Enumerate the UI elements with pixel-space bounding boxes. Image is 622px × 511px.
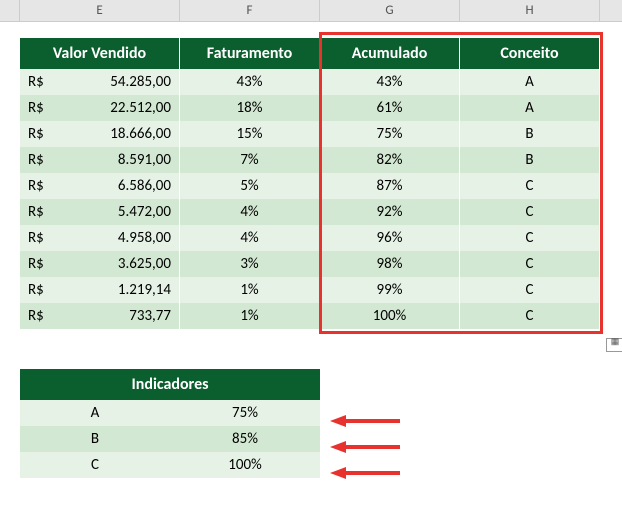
cell-faturamento[interactable]: 1% xyxy=(180,277,320,303)
indicador-value: 75% xyxy=(170,400,320,426)
cell-conceito[interactable]: C xyxy=(460,303,600,329)
table-row[interactable]: R$4.958,004%96%C xyxy=(0,225,622,251)
cell-valor-vendido[interactable]: R$6.586,00 xyxy=(20,173,180,199)
cell-faturamento[interactable]: 18% xyxy=(180,95,320,121)
table-row[interactable]: R$3.625,003%98%C xyxy=(0,251,622,277)
arrow-icon xyxy=(330,414,400,428)
valor-amount: 1.219,14 xyxy=(60,281,171,299)
cell-acumulado[interactable]: 87% xyxy=(320,173,460,199)
table-row[interactable]: R$22.512,0018%61%A xyxy=(0,95,622,121)
arrow-icon xyxy=(330,440,400,454)
table-row[interactable]: R$1.219,141%99%C xyxy=(0,277,622,303)
cell-faturamento[interactable]: 43% xyxy=(180,69,320,95)
valor-amount: 5.472,00 xyxy=(60,203,171,221)
cell-conceito[interactable]: C xyxy=(460,225,600,251)
currency-symbol: R$ xyxy=(28,229,60,247)
indicadores-row[interactable]: C 100% xyxy=(20,452,320,478)
currency-symbol: R$ xyxy=(28,203,60,221)
indicador-label: C xyxy=(20,452,170,478)
header-valor-vendido[interactable]: Valor Vendido xyxy=(20,38,180,69)
table-row[interactable]: R$54.285,0043%43%A xyxy=(0,69,622,95)
valor-amount: 733,77 xyxy=(60,307,171,325)
cell-conceito[interactable]: C xyxy=(460,173,600,199)
cell-faturamento[interactable]: 7% xyxy=(180,147,320,173)
valor-amount: 22.512,00 xyxy=(60,99,171,117)
cell-acumulado[interactable]: 82% xyxy=(320,147,460,173)
col-letter-g[interactable]: G xyxy=(320,0,460,21)
cell-acumulado[interactable]: 75% xyxy=(320,121,460,147)
header-faturamento[interactable]: Faturamento xyxy=(180,38,320,69)
cell-valor-vendido[interactable]: R$4.958,00 xyxy=(20,225,180,251)
cell-faturamento[interactable]: 1% xyxy=(180,303,320,329)
cell-valor-vendido[interactable]: R$22.512,00 xyxy=(20,95,180,121)
table-row[interactable]: R$8.591,007%82%B xyxy=(0,147,622,173)
autofill-options-icon[interactable]: ▦ xyxy=(606,338,622,352)
indicador-value: 85% xyxy=(170,426,320,452)
col-letter-f[interactable]: F xyxy=(180,0,320,21)
header-conceito[interactable]: Conceito xyxy=(460,38,600,69)
indicadores-row[interactable]: A 75% xyxy=(20,400,320,426)
cell-faturamento[interactable]: 4% xyxy=(180,225,320,251)
currency-symbol: R$ xyxy=(28,255,60,273)
col-letter-h[interactable]: H xyxy=(460,0,600,21)
cell-conceito[interactable]: B xyxy=(460,147,600,173)
arrow-icon xyxy=(330,466,400,480)
table-row[interactable]: R$18.666,0015%75%B xyxy=(0,121,622,147)
cell-conceito[interactable]: B xyxy=(460,121,600,147)
cell-conceito[interactable]: A xyxy=(460,95,600,121)
cell-faturamento[interactable]: 4% xyxy=(180,199,320,225)
currency-symbol: R$ xyxy=(28,99,60,117)
cell-faturamento[interactable]: 3% xyxy=(180,251,320,277)
cell-acumulado[interactable]: 98% xyxy=(320,251,460,277)
indicador-value: 100% xyxy=(170,452,320,478)
cell-valor-vendido[interactable]: R$3.625,00 xyxy=(20,251,180,277)
cell-valor-vendido[interactable]: R$733,77 xyxy=(20,303,180,329)
valor-amount: 3.625,00 xyxy=(60,255,171,273)
table-row[interactable]: R$733,771%100%C xyxy=(0,303,622,329)
cell-conceito[interactable]: C xyxy=(460,251,600,277)
valor-amount: 6.586,00 xyxy=(60,177,171,195)
cell-valor-vendido[interactable]: R$18.666,00 xyxy=(20,121,180,147)
currency-symbol: R$ xyxy=(28,125,60,143)
cell-faturamento[interactable]: 15% xyxy=(180,121,320,147)
cell-conceito[interactable]: C xyxy=(460,199,600,225)
cell-acumulado[interactable]: 99% xyxy=(320,277,460,303)
cell-acumulado[interactable]: 92% xyxy=(320,199,460,225)
indicadores-table: Indicadores A 75% B 85% C 100% xyxy=(20,369,320,478)
cell-conceito[interactable]: A xyxy=(460,69,600,95)
cell-valor-vendido[interactable]: R$54.285,00 xyxy=(20,69,180,95)
col-letter-e[interactable]: E xyxy=(20,0,180,21)
cell-acumulado[interactable]: 61% xyxy=(320,95,460,121)
valor-amount: 18.666,00 xyxy=(60,125,171,143)
valor-amount: 8.591,00 xyxy=(60,151,171,169)
indicador-label: B xyxy=(20,426,170,452)
currency-symbol: R$ xyxy=(28,73,60,91)
indicador-label: A xyxy=(20,400,170,426)
valor-amount: 4.958,00 xyxy=(60,229,171,247)
cell-faturamento[interactable]: 5% xyxy=(180,173,320,199)
currency-symbol: R$ xyxy=(28,307,60,325)
cell-conceito[interactable]: C xyxy=(460,277,600,303)
main-table: Valor Vendido Faturamento Acumulado Conc… xyxy=(0,38,622,69)
indicadores-row[interactable]: B 85% xyxy=(20,426,320,452)
table-row[interactable]: R$6.586,005%87%C xyxy=(0,173,622,199)
cell-acumulado[interactable]: 100% xyxy=(320,303,460,329)
cell-valor-vendido[interactable]: R$5.472,00 xyxy=(20,199,180,225)
indicadores-title[interactable]: Indicadores xyxy=(20,369,320,400)
table-row[interactable]: R$5.472,004%92%C xyxy=(0,199,622,225)
cell-acumulado[interactable]: 43% xyxy=(320,69,460,95)
cell-valor-vendido[interactable]: R$8.591,00 xyxy=(20,147,180,173)
currency-symbol: R$ xyxy=(28,281,60,299)
currency-symbol: R$ xyxy=(28,177,60,195)
currency-symbol: R$ xyxy=(28,151,60,169)
valor-amount: 54.285,00 xyxy=(60,73,171,91)
cell-valor-vendido[interactable]: R$1.219,14 xyxy=(20,277,180,303)
column-letter-bar: E F G H xyxy=(0,0,622,22)
cell-acumulado[interactable]: 96% xyxy=(320,225,460,251)
header-acumulado[interactable]: Acumulado xyxy=(320,38,460,69)
